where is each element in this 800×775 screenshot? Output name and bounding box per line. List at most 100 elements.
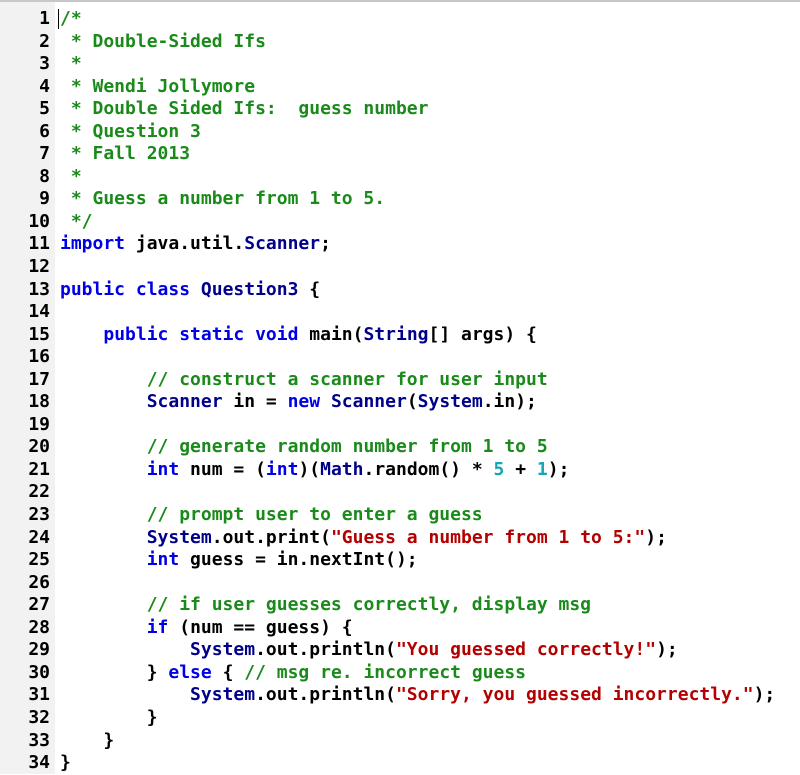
line-code[interactable]: System.out.println("Sorry, you guessed i… bbox=[60, 684, 775, 707]
code-line[interactable]: 26 bbox=[0, 572, 800, 595]
type-token: System bbox=[417, 391, 483, 413]
keyword-token: int bbox=[265, 458, 299, 480]
line-code[interactable]: // prompt user to enter a guess bbox=[60, 504, 483, 527]
code-line[interactable]: 30 } else { // msg re. incorrect guess bbox=[0, 662, 800, 685]
line-code[interactable]: // construct a scanner for user input bbox=[60, 369, 548, 392]
code-line[interactable]: 16 bbox=[0, 346, 800, 369]
code-line[interactable]: 24 System.out.print("Guess a number from… bbox=[0, 527, 800, 550]
line-code[interactable]: // generate random number from 1 to 5 bbox=[60, 436, 548, 459]
number-token: 5 bbox=[493, 458, 505, 480]
line-code[interactable]: } bbox=[60, 707, 158, 730]
code-line[interactable]: 12 bbox=[0, 256, 800, 279]
line-code[interactable]: public class Question3 { bbox=[60, 279, 320, 302]
line-code[interactable]: * Question 3 bbox=[60, 121, 201, 144]
comment-token: * Double-Sided Ifs bbox=[60, 30, 266, 52]
line-code[interactable]: * Double-Sided Ifs bbox=[60, 31, 266, 54]
code-line[interactable]: 15 public static void main(String[] args… bbox=[0, 324, 800, 347]
line-number: 8 bbox=[39, 165, 50, 187]
code-line[interactable]: 21 int num = (int)(Math.random() * 5 + 1… bbox=[0, 459, 800, 482]
type-token: Scanner bbox=[146, 391, 223, 413]
string-token: "Guess a number from 1 to 5:" bbox=[330, 526, 646, 548]
line-number: 3 bbox=[39, 53, 50, 75]
line-code[interactable]: public static void main(String[] args) { bbox=[60, 324, 537, 347]
code-line[interactable]: 22 bbox=[0, 481, 800, 504]
line-number: 16 bbox=[28, 346, 50, 368]
line-code[interactable]: * Guess a number from 1 to 5. bbox=[60, 188, 385, 211]
line-number: 33 bbox=[28, 729, 50, 751]
line-code[interactable]: * Fall 2013 bbox=[60, 143, 190, 166]
line-code[interactable]: * Wendi Jollymore bbox=[60, 76, 255, 99]
type-token: System bbox=[146, 526, 212, 548]
code-line[interactable]: 2 * Double-Sided Ifs bbox=[0, 31, 800, 54]
code-line[interactable]: 19 bbox=[0, 414, 800, 437]
line-code[interactable]: } else { // msg re. incorrect guess bbox=[60, 662, 526, 685]
line-number: 7 bbox=[39, 143, 50, 165]
line-code[interactable]: */ bbox=[60, 211, 93, 234]
line-number: 18 bbox=[28, 391, 50, 413]
code-line[interactable]: 34} bbox=[0, 752, 800, 775]
plain-token: in = bbox=[222, 391, 288, 413]
plain-token: .random() * bbox=[363, 458, 494, 480]
line-code[interactable]: System.out.println("You guessed correctl… bbox=[60, 639, 678, 662]
code-line[interactable]: 3 * bbox=[0, 53, 800, 76]
code-line[interactable]: 20 // generate random number from 1 to 5 bbox=[0, 436, 800, 459]
code-line[interactable]: 7 * Fall 2013 bbox=[0, 143, 800, 166]
code-line[interactable]: 5 * Double Sided Ifs: guess number bbox=[0, 98, 800, 121]
code-line[interactable]: 14 bbox=[0, 301, 800, 324]
code-line[interactable]: 25 int guess = in.nextInt(); bbox=[0, 549, 800, 572]
plain-token: java.util. bbox=[125, 233, 245, 255]
code-line[interactable]: 32 } bbox=[0, 707, 800, 730]
comment-token: // if user guesses correctly, display ms… bbox=[146, 594, 592, 616]
line-code[interactable]: * bbox=[60, 53, 82, 76]
code-line[interactable]: 4 * Wendi Jollymore bbox=[0, 76, 800, 99]
comment-token: // prompt user to enter a guess bbox=[146, 504, 483, 526]
code-line[interactable]: 8 * bbox=[0, 166, 800, 189]
code-line[interactable]: 10 */ bbox=[0, 211, 800, 234]
code-lines[interactable]: 1/* 2 * Double-Sided Ifs 3 * 4 * Wendi Joll… bbox=[0, 8, 800, 775]
plain-token: } bbox=[60, 661, 169, 683]
keyword-token: else bbox=[168, 661, 212, 683]
line-number: 5 bbox=[39, 98, 50, 120]
code-line[interactable]: 9 * Guess a number from 1 to 5. bbox=[0, 188, 800, 211]
code-line[interactable]: 11 import java.util.Scanner; bbox=[0, 233, 800, 256]
line-number: 15 bbox=[28, 323, 50, 345]
line-code[interactable]: int guess = in.nextInt(); bbox=[60, 549, 418, 572]
code-line[interactable]: 18 Scanner in = new Scanner(System.in); bbox=[0, 391, 800, 414]
keyword-token: public class bbox=[60, 278, 191, 300]
line-code[interactable]: * bbox=[60, 166, 82, 189]
line-number: 12 bbox=[28, 256, 50, 278]
code-line[interactable]: 6 * Question 3 bbox=[0, 121, 800, 144]
line-code[interactable]: if (num == guess) { bbox=[60, 617, 353, 640]
code-line[interactable]: 31 System.out.println("Sorry, you guesse… bbox=[0, 684, 800, 707]
line-code[interactable]: Scanner in = new Scanner(System.in); bbox=[60, 391, 537, 414]
line-code[interactable]: // if user guesses correctly, display ms… bbox=[60, 594, 591, 617]
code-line[interactable]: 23 // prompt user to enter a guess bbox=[0, 504, 800, 527]
code-line[interactable]: 13 public class Question3 { bbox=[0, 279, 800, 302]
line-code[interactable]: System.out.print("Guess a number from 1 … bbox=[60, 527, 667, 550]
line-number: 24 bbox=[28, 526, 50, 548]
keyword-token: if bbox=[146, 616, 169, 638]
code-line[interactable]: 27 // if user guesses correctly, display… bbox=[0, 594, 800, 617]
code-editor[interactable]: 1/* 2 * Double-Sided Ifs 3 * 4 * Wendi Joll… bbox=[0, 0, 800, 774]
code-line[interactable]: 1 /* bbox=[0, 8, 800, 31]
comment-token: * Question 3 bbox=[60, 120, 201, 142]
line-code[interactable]: } bbox=[60, 752, 71, 775]
line-code[interactable]: } bbox=[60, 730, 114, 753]
code-line[interactable]: 29 System.out.println("You guessed corre… bbox=[0, 639, 800, 662]
line-number: 31 bbox=[28, 684, 50, 706]
line-code[interactable]: * Double Sided Ifs: guess number bbox=[60, 98, 429, 121]
line-code[interactable]: /* bbox=[58, 8, 82, 31]
code-line[interactable]: 17 // construct a scanner for user input bbox=[0, 369, 800, 392]
plain-token: [] args) { bbox=[428, 323, 537, 345]
line-number: 10 bbox=[28, 210, 50, 232]
code-line[interactable]: 28 if (num == guess) { bbox=[0, 617, 800, 640]
comment-token: */ bbox=[60, 210, 93, 232]
code-line[interactable]: 33 } bbox=[0, 730, 800, 753]
line-code[interactable]: int num = (int)(Math.random() * 5 + 1); bbox=[60, 458, 570, 482]
line-code[interactable]: import java.util.Scanner; bbox=[60, 233, 331, 256]
plain-token: num = ( bbox=[179, 458, 266, 480]
